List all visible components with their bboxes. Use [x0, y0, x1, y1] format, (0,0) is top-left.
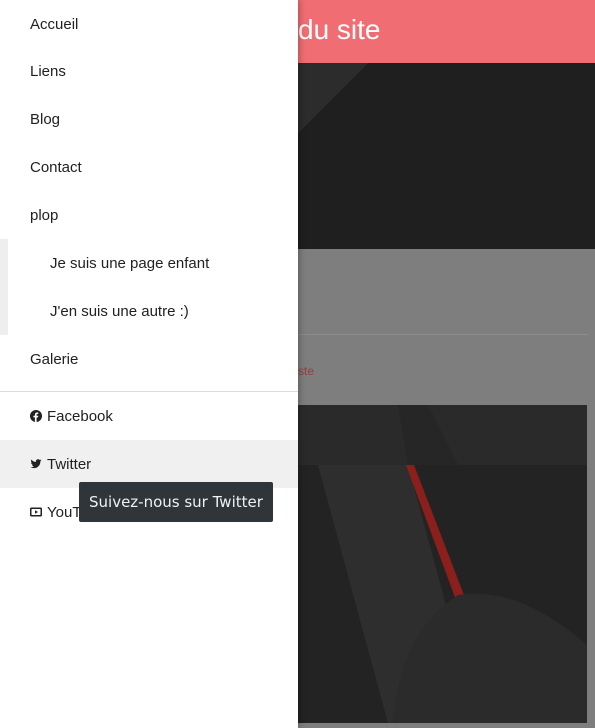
nav-item-liens[interactable]: Liens	[0, 47, 298, 95]
nav-item-autre-page[interactable]: J'en suis une autre :)	[0, 287, 298, 335]
nav-item-blog[interactable]: Blog	[0, 95, 298, 143]
content-divider	[298, 334, 588, 335]
social-item-label: YouT	[47, 503, 82, 521]
nav-item-label: J'en suis une autre :)	[50, 302, 189, 320]
social-item-facebook[interactable]: Facebook	[0, 392, 298, 440]
nav-item-label: Accueil	[30, 15, 79, 33]
nav-item-label: plop	[30, 206, 59, 224]
article-image	[298, 405, 587, 723]
nav-item-plop[interactable]: plop	[0, 191, 298, 239]
social-item-label: Facebook	[47, 407, 113, 425]
nav-item-label: Blog	[30, 110, 61, 128]
site-title: du site	[298, 14, 381, 45]
nav-item-label: Je suis une page enfant	[50, 254, 210, 272]
social-item-twitter[interactable]: Twitter	[0, 440, 298, 488]
content-link[interactable]: ste	[298, 364, 314, 378]
nav-item-accueil[interactable]: Accueil	[0, 0, 298, 48]
social-item-label: Twitter	[47, 455, 92, 473]
nav-item-label: Contact	[30, 158, 82, 176]
nav-item-label: Galerie	[30, 350, 79, 368]
nav-item-galerie[interactable]: Galerie	[0, 335, 298, 383]
nav-item-page-enfant[interactable]: Je suis une page enfant	[0, 239, 298, 287]
hero-decorative-shape	[298, 63, 368, 133]
facebook-icon	[30, 410, 42, 422]
twitter-icon	[30, 458, 42, 470]
nav-item-label: Liens	[30, 62, 66, 80]
twitter-tooltip: Suivez-nous sur Twitter	[79, 482, 273, 522]
nav-item-contact[interactable]: Contact	[0, 143, 298, 191]
youtube-icon	[30, 506, 42, 518]
article-image-graphic	[298, 405, 587, 723]
navigation-drawer: Accueil Liens Blog Contact plop Je suis …	[0, 0, 298, 728]
